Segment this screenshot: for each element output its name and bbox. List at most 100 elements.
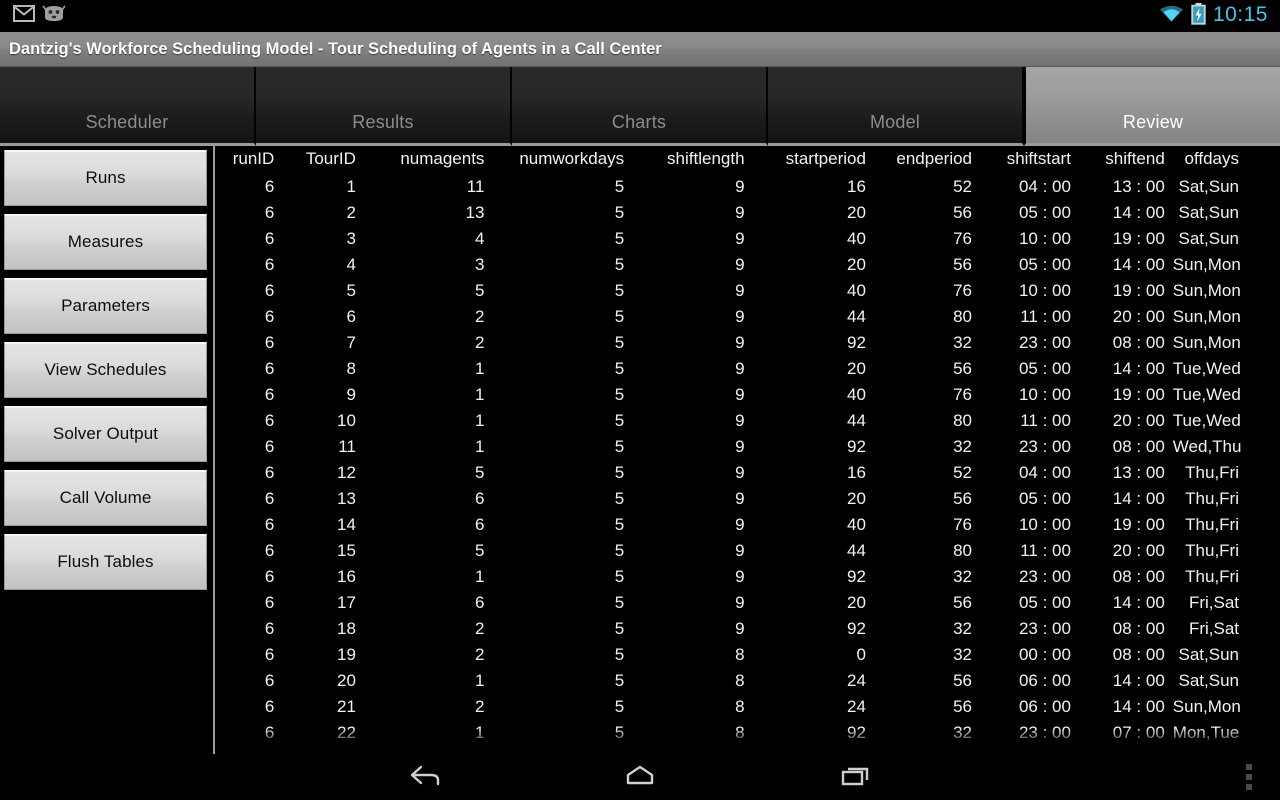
table-cell-shiftlength: 9 bbox=[735, 203, 745, 222]
table-cell-tourid: 9 bbox=[346, 385, 356, 404]
sidebar-item-flush-tables[interactable]: Flush Tables bbox=[4, 534, 207, 590]
column-header-startperiod: startperiod bbox=[785, 149, 866, 168]
table-cell-runid: 6 bbox=[264, 541, 275, 560]
main-content: Runs Measures Parameters View Schedules … bbox=[0, 146, 1280, 754]
table-row[interactable]: 6 14 6 5 9 40 76 10 : 00 19 : 00 Thu,Fri bbox=[215, 512, 1280, 538]
table-cell-numworkdays: 5 bbox=[614, 463, 625, 482]
table-row[interactable]: 6 2 13 5 9 20 56 05 : 00 14 : 00 Sat,Sun bbox=[215, 200, 1280, 226]
nav-home-button[interactable] bbox=[533, 762, 748, 793]
table-row[interactable]: 6 6 2 5 9 44 80 11 : 00 20 : 00 Sun,Mon bbox=[215, 304, 1280, 330]
table-cell-shiftlength: 9 bbox=[735, 437, 745, 456]
table-cell-runid: 6 bbox=[264, 489, 275, 508]
sidebar-item-parameters[interactable]: Parameters bbox=[4, 278, 207, 334]
table-row[interactable]: 6 15 5 5 9 44 80 11 : 00 20 : 00 Thu,Fri bbox=[215, 538, 1280, 564]
table-row[interactable]: 6 19 2 5 8 0 32 00 : 00 08 : 00 Sat,Sun bbox=[215, 642, 1280, 668]
table-cell-shiftstart: 04 : 00 bbox=[1018, 177, 1071, 196]
tab-label: Charts bbox=[611, 112, 667, 132]
table-cell-offdays: Sat,Sun bbox=[1178, 645, 1240, 664]
table-cell-numagents: 2 bbox=[474, 307, 485, 326]
nav-back-button[interactable] bbox=[318, 762, 533, 793]
table-cell-offdays: Tue,Wed bbox=[1172, 411, 1241, 430]
tab-results[interactable]: Results bbox=[256, 67, 512, 146]
table-cell-shiftstart: 06 : 00 bbox=[1018, 697, 1071, 716]
column-header-numagents: numagents bbox=[400, 149, 485, 168]
table-cell-offdays: Thu,Fri bbox=[1185, 515, 1239, 534]
sidebar-item-solver-output[interactable]: Solver Output bbox=[4, 406, 207, 462]
table-cell-numagents: 5 bbox=[474, 463, 485, 482]
table-cell-shiftlength: 9 bbox=[735, 307, 745, 326]
table-cell-runid: 6 bbox=[264, 697, 275, 716]
table-header-row: runID TourID numagents numworkdays shift… bbox=[215, 146, 1280, 174]
table-cell-shiftend: 14 : 00 bbox=[1112, 489, 1165, 508]
table-cell-shiftend: 08 : 00 bbox=[1112, 645, 1165, 664]
table-cell-offdays: Sat,Sun bbox=[1178, 671, 1240, 690]
table-row[interactable]: 6 21 2 5 8 24 56 06 : 00 14 : 00 Sun,Mon bbox=[215, 694, 1280, 720]
nav-recents-button[interactable] bbox=[748, 762, 963, 793]
table-row[interactable]: 6 20 1 5 8 24 56 06 : 00 14 : 00 Sat,Sun bbox=[215, 668, 1280, 694]
table-row[interactable]: 6 3 4 5 9 40 76 10 : 00 19 : 00 Sat,Sun bbox=[215, 226, 1280, 252]
table-cell-numworkdays: 5 bbox=[614, 645, 625, 664]
table-cell-offdays: Mon,Tue bbox=[1172, 723, 1240, 742]
overflow-menu-button[interactable] bbox=[1246, 754, 1252, 800]
table-row[interactable]: 6 12 5 5 9 16 52 04 : 00 13 : 00 Thu,Fri bbox=[215, 460, 1280, 486]
table-cell-shiftlength: 9 bbox=[735, 255, 745, 274]
table-row[interactable]: 6 7 2 5 9 92 32 23 : 00 08 : 00 Sun,Mon bbox=[215, 330, 1280, 356]
tab-model[interactable]: Model bbox=[768, 67, 1024, 146]
table-row[interactable]: 6 5 5 5 9 40 76 10 : 00 19 : 00 Sun,Mon bbox=[215, 278, 1280, 304]
tab-review[interactable]: Review bbox=[1024, 67, 1280, 146]
table-row[interactable]: 6 1 11 5 9 16 52 04 : 00 13 : 00 Sat,Sun bbox=[215, 174, 1280, 200]
tab-scheduler[interactable]: Scheduler bbox=[0, 67, 256, 146]
table-cell-shiftstart: 10 : 00 bbox=[1018, 385, 1071, 404]
table-row[interactable]: 6 18 2 5 9 92 32 23 : 00 08 : 00 Fri,Sat bbox=[215, 616, 1280, 642]
table-cell-shiftstart: 11 : 00 bbox=[1020, 411, 1071, 430]
column-header-tourid: TourID bbox=[305, 149, 356, 168]
table-cell-tourid: 3 bbox=[346, 229, 356, 248]
sidebar-item-view-schedules[interactable]: View Schedules bbox=[4, 342, 207, 398]
table-row[interactable]: 6 8 1 5 9 20 56 05 : 00 14 : 00 Tue,Wed bbox=[215, 356, 1280, 382]
table-cell-tourid: 10 bbox=[336, 411, 356, 430]
schedule-table-scroll[interactable]: runID TourID numagents numworkdays shift… bbox=[213, 146, 1280, 754]
status-bar-system-icons: 10:15 bbox=[1159, 2, 1280, 30]
table-cell-startperiod: 20 bbox=[847, 255, 866, 274]
table-cell-endperiod: 56 bbox=[953, 671, 973, 690]
sidebar-item-call-volume[interactable]: Call Volume bbox=[4, 470, 207, 526]
sidebar-item-label: View Schedules bbox=[44, 360, 167, 379]
table-cell-startperiod: 24 bbox=[847, 697, 866, 716]
overflow-dot bbox=[1246, 764, 1252, 770]
table-cell-shiftlength: 9 bbox=[735, 619, 745, 638]
table-cell-endperiod: 32 bbox=[953, 645, 973, 664]
table-cell-endperiod: 80 bbox=[953, 411, 973, 430]
table-cell-shiftlength: 9 bbox=[735, 463, 745, 482]
table-cell-shiftend: 20 : 00 bbox=[1112, 307, 1165, 326]
table-cell-numagents: 1 bbox=[474, 723, 485, 742]
table-cell-shiftlength: 9 bbox=[735, 489, 745, 508]
table-row[interactable]: 6 17 6 5 9 20 56 05 : 00 14 : 00 Fri,Sat bbox=[215, 590, 1280, 616]
tab-charts[interactable]: Charts bbox=[512, 67, 768, 146]
table-cell-runid: 6 bbox=[264, 463, 275, 482]
sidebar-item-measures[interactable]: Measures bbox=[4, 214, 207, 270]
table-cell-shiftlength: 9 bbox=[735, 333, 745, 352]
table-cell-shiftlength: 9 bbox=[735, 229, 745, 248]
table-cell-shiftlength: 8 bbox=[735, 671, 745, 690]
table-cell-startperiod: 44 bbox=[847, 541, 866, 560]
table-cell-numworkdays: 5 bbox=[614, 333, 625, 352]
email-icon bbox=[13, 5, 35, 27]
table-cell-numworkdays: 5 bbox=[614, 489, 625, 508]
sidebar-item-runs[interactable]: Runs bbox=[4, 150, 207, 206]
table-cell-runid: 6 bbox=[264, 255, 275, 274]
table-row[interactable]: 6 11 1 5 9 92 32 23 : 00 08 : 00 Wed,Thu bbox=[215, 434, 1280, 460]
table-row[interactable]: 6 10 1 5 9 44 80 11 : 00 20 : 00 Tue,Wed bbox=[215, 408, 1280, 434]
table-row[interactable]: 6 13 6 5 9 20 56 05 : 00 14 : 00 Thu,Fri bbox=[215, 486, 1280, 512]
overflow-dot bbox=[1246, 774, 1252, 780]
table-row[interactable]: 6 4 3 5 9 20 56 05 : 00 14 : 00 Sun,Mon bbox=[215, 252, 1280, 278]
table-cell-shiftlength: 9 bbox=[735, 281, 745, 300]
table-cell-numagents: 1 bbox=[474, 359, 485, 378]
table-cell-numworkdays: 5 bbox=[614, 255, 625, 274]
table-cell-runid: 6 bbox=[264, 307, 275, 326]
table-cell-numworkdays: 5 bbox=[614, 177, 625, 196]
table-row[interactable]: 6 16 1 5 9 92 32 23 : 00 08 : 00 Thu,Fri bbox=[215, 564, 1280, 590]
table-cell-numworkdays: 5 bbox=[614, 385, 625, 404]
table-row[interactable]: 6 22 1 5 8 92 32 23 : 00 07 : 00 Mon,Tue bbox=[215, 720, 1280, 746]
table-row[interactable]: 6 9 1 5 9 40 76 10 : 00 19 : 00 Tue,Wed bbox=[215, 382, 1280, 408]
table-cell-runid: 6 bbox=[264, 437, 275, 456]
